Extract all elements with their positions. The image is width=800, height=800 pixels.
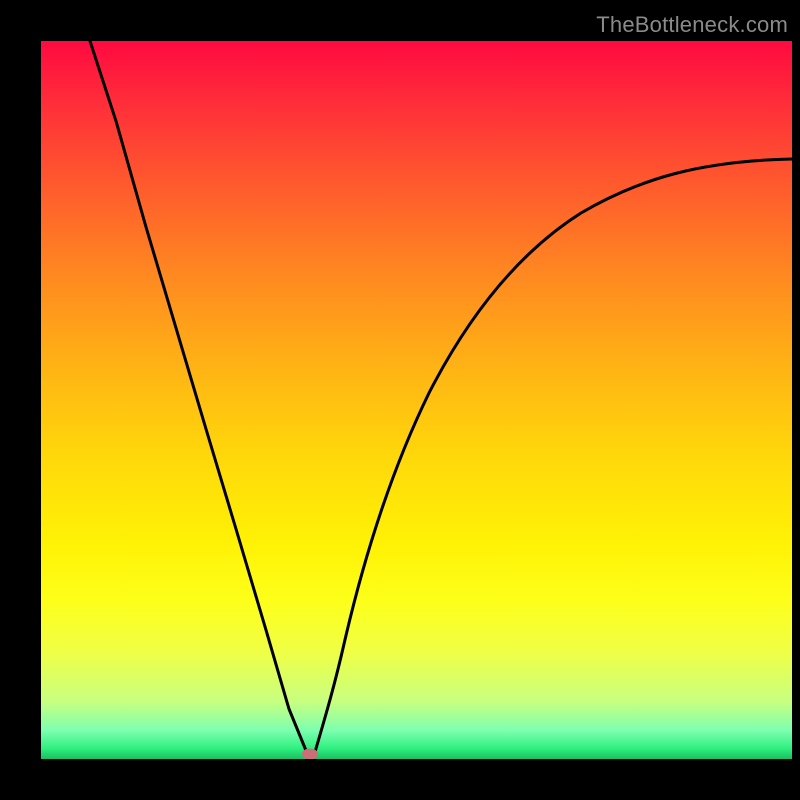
minimum-marker bbox=[302, 749, 318, 760]
curve-svg bbox=[41, 41, 792, 759]
chart-frame: TheBottleneck.com bbox=[0, 0, 800, 800]
curve-left-branch bbox=[90, 41, 307, 753]
plot-area bbox=[41, 41, 792, 759]
curve-right-branch bbox=[315, 159, 792, 752]
watermark-text: TheBottleneck.com bbox=[596, 12, 788, 38]
